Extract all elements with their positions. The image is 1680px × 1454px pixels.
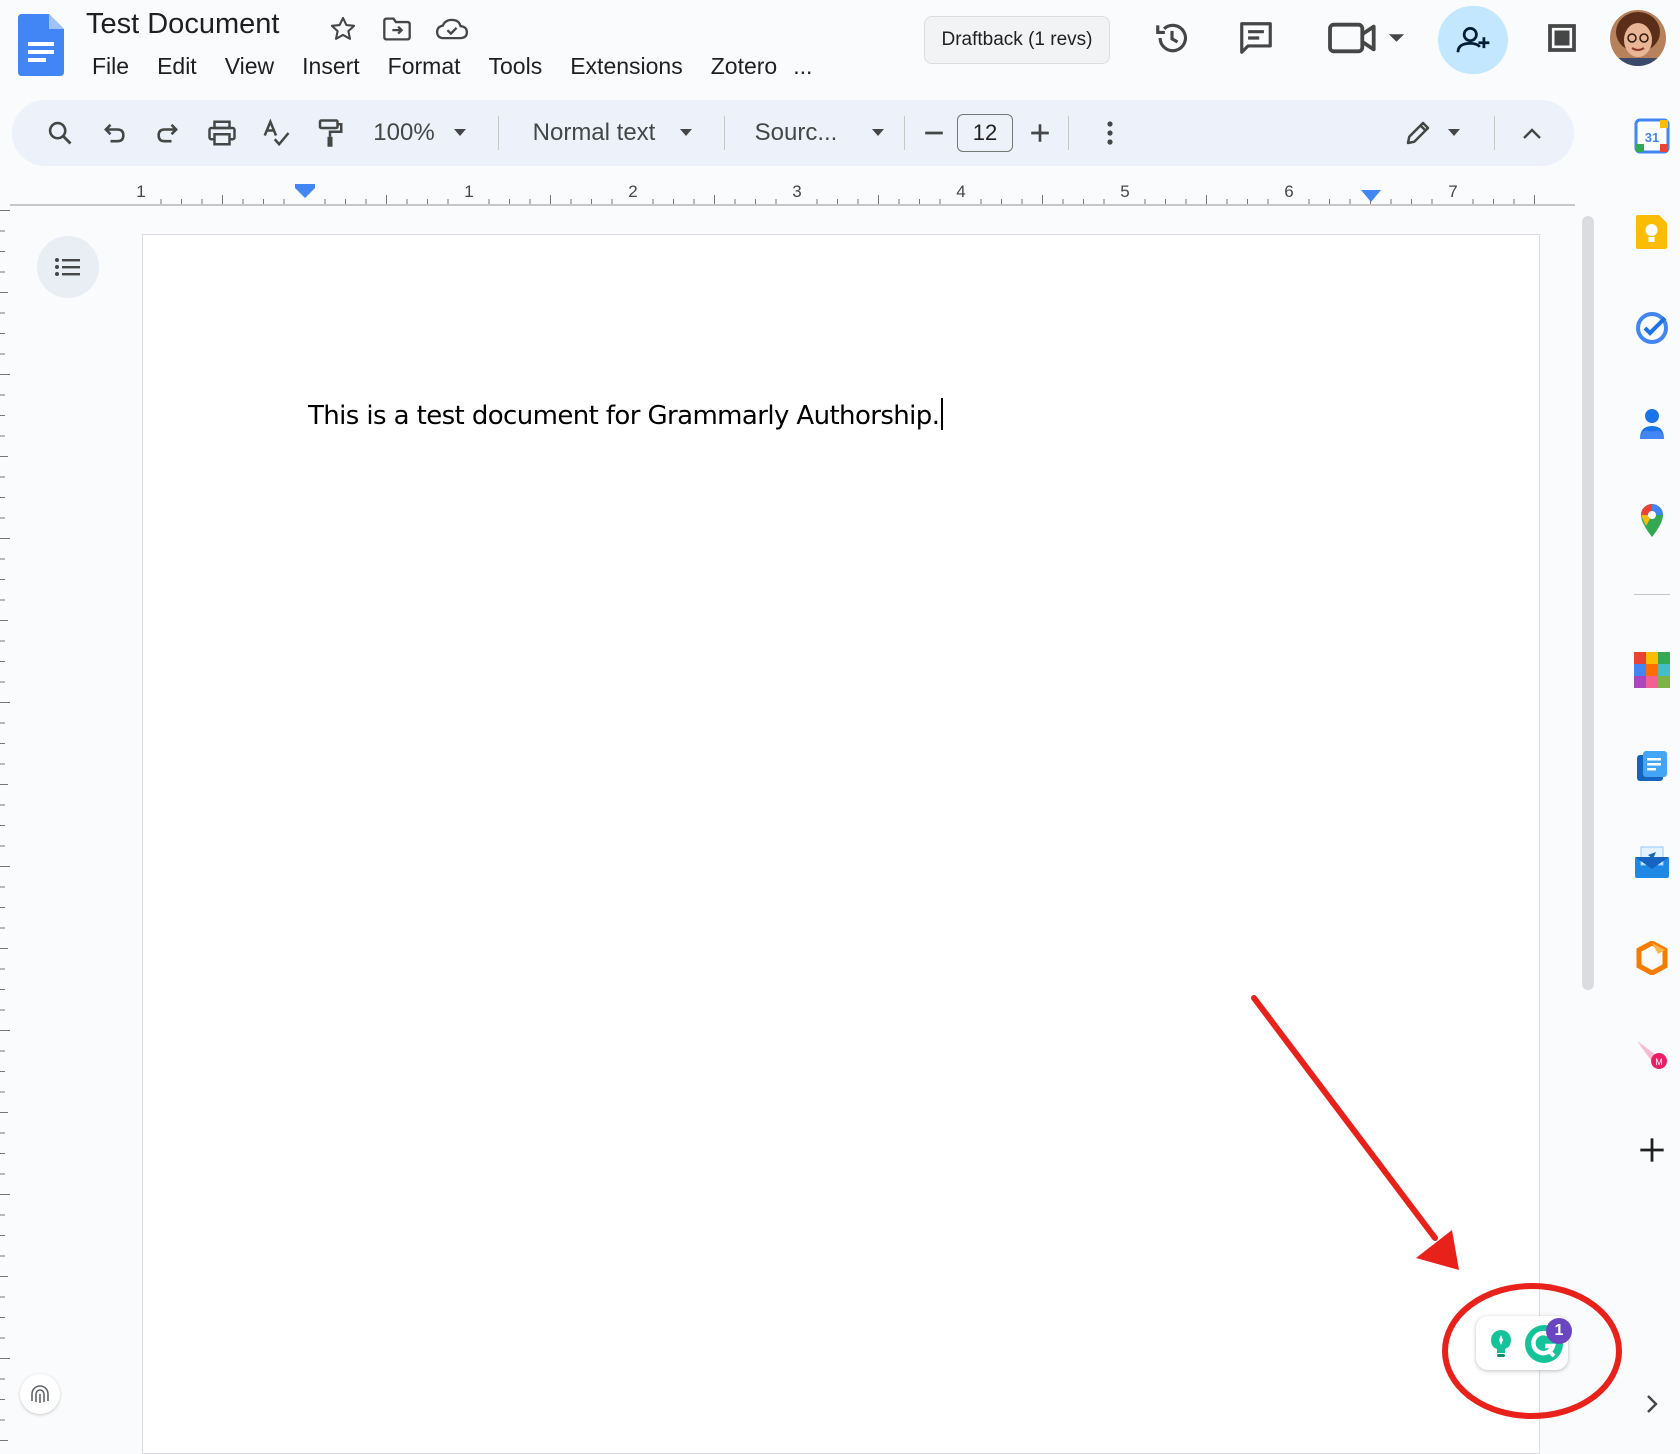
spellcheck-icon[interactable] [252,100,300,166]
horizontal-ruler[interactable]: 1 1 2 3 4 5 6 7 [10,176,1575,208]
increase-font-size-icon[interactable] [1022,100,1058,166]
grammarly-authorship-icon[interactable] [1484,1326,1518,1360]
print-icon[interactable] [198,100,246,166]
menu-extensions[interactable]: Extensions [556,50,697,82]
ruler-label: 7 [1448,182,1457,201]
menu-insert[interactable]: Insert [288,50,374,82]
side-panel-divider [1634,594,1670,595]
draftback-button[interactable]: Draftback (1 revs) [924,16,1110,64]
menu-more[interactable]: ... [791,50,826,82]
chevron-down-icon [680,129,693,136]
zoom-select[interactable]: 100% [362,100,478,166]
editing-mode-select[interactable] [1392,100,1472,166]
ruler-label: 6 [1284,182,1293,201]
font-size-input[interactable]: 12 [957,114,1013,152]
right-indent-marker-icon[interactable] [1361,190,1381,202]
text-cursor [941,398,944,430]
left-indent-marker-icon[interactable] [295,184,315,198]
addon-orange-hex-icon[interactable] [1630,936,1674,980]
avatar[interactable] [1610,10,1666,66]
addon-docs-blue-icon[interactable] [1630,744,1674,788]
ruler-label: 1 [136,182,145,201]
version-history-icon[interactable] [1150,16,1194,60]
add-addon-icon[interactable] [1630,1128,1674,1172]
collapse-menus-icon[interactable] [1512,100,1552,166]
pencil-icon [1406,121,1430,145]
paint-format-icon[interactable] [306,100,354,166]
menu-zotero[interactable]: Zotero [697,50,791,82]
ruler-label: 3 [792,182,801,201]
redo-icon[interactable] [144,100,192,166]
menu-bar: File Edit View Insert Format Tools Exten… [78,50,826,82]
zoom-value: 100% [373,119,435,146]
maps-icon[interactable] [1630,498,1674,542]
cloud-saved-icon[interactable] [435,12,469,46]
star-icon[interactable] [326,12,360,46]
decrease-font-size-icon[interactable] [916,100,952,166]
addon-colorful-grid-icon[interactable] [1630,648,1674,692]
paragraph-style-select[interactable]: Normal text [516,100,710,166]
menu-tools[interactable]: Tools [475,50,557,82]
tasks-icon[interactable] [1630,306,1674,350]
menu-file[interactable]: File [78,50,143,82]
share-button[interactable] [1438,6,1508,74]
grammarly-suggestion-badge: 1 [1546,1318,1572,1344]
keep-icon[interactable] [1630,210,1674,254]
menu-view[interactable]: View [211,50,288,82]
menu-format[interactable]: Format [374,50,475,82]
document-title[interactable]: Test Document [86,8,279,41]
list-icon [55,258,80,276]
docs-logo-icon[interactable] [18,14,64,76]
formatting-toolbar: 100% Normal text Sourc... 12 [12,100,1574,166]
more-options-icon[interactable] [1092,100,1128,166]
document-outline-button[interactable] [37,236,99,298]
ruler-label: 5 [1120,182,1129,201]
vertical-ruler[interactable] [0,210,12,1444]
contacts-icon[interactable] [1630,402,1674,446]
addon-comet-icon[interactable]: M [1630,1032,1674,1076]
side-panel-toggle-icon[interactable] [1540,16,1584,60]
font-value: Sourc... [754,119,838,146]
style-value: Normal text [532,119,656,146]
chevron-down-icon [453,129,466,136]
chevron-down-icon [1448,129,1460,136]
svg-text:M: M [1655,1057,1663,1067]
document-body-text[interactable]: This is a test document for Grammarly Au… [308,398,944,431]
expand-side-panel-icon[interactable] [1630,1382,1674,1426]
svg-text:31: 31 [1645,130,1659,145]
chevron-down-icon [872,129,885,136]
addon-mail-icon[interactable] [1630,840,1674,884]
calendar-icon[interactable]: 31 [1630,114,1674,158]
ruler-label: 1 [464,182,473,201]
undo-icon[interactable] [90,100,138,166]
font-select[interactable]: Sourc... [740,100,900,166]
fingerprint-icon[interactable] [20,1374,60,1414]
meet-icon[interactable] [1328,16,1408,60]
vertical-scrollbar[interactable] [1582,216,1594,990]
comments-icon[interactable] [1234,16,1278,60]
ruler-label: 4 [956,182,965,201]
menu-edit[interactable]: Edit [143,50,211,82]
move-folder-icon[interactable] [380,12,414,46]
ruler-label: 2 [628,182,637,201]
search-menus-icon[interactable] [36,100,84,166]
